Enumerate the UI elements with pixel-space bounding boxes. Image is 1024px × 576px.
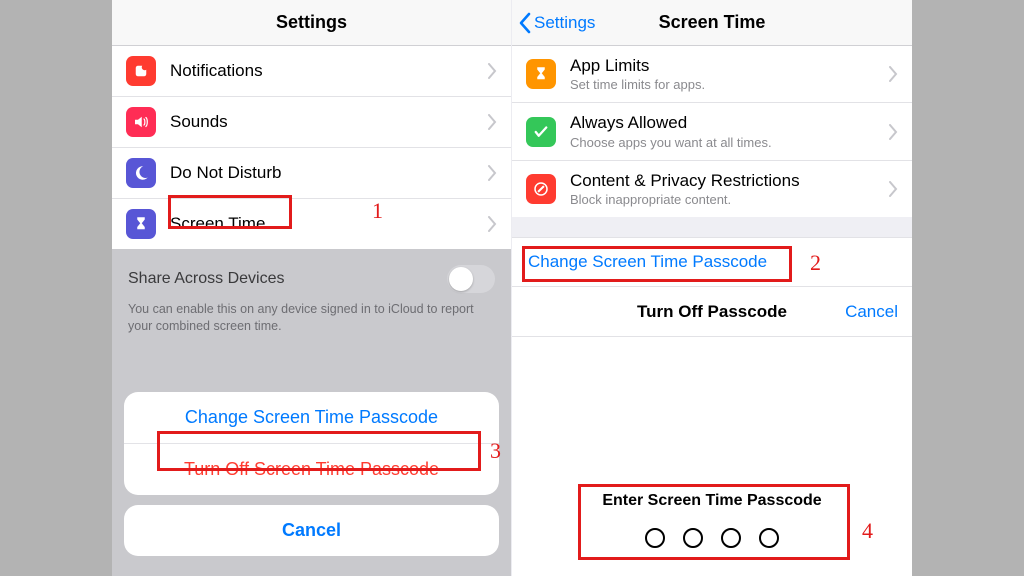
row-label: Sounds	[170, 112, 487, 132]
chevron-right-icon	[888, 181, 898, 197]
hourglass-icon	[126, 209, 156, 239]
sounds-icon	[126, 107, 156, 137]
hourglass-icon	[526, 59, 556, 89]
share-toggle[interactable]	[447, 265, 495, 293]
passcode-dot	[683, 528, 703, 548]
screentime-navbar: Settings Screen Time	[512, 0, 912, 46]
back-button[interactable]: Settings	[518, 0, 595, 45]
row-subtitle: Set time limits for apps.	[570, 77, 888, 92]
change-passcode-link[interactable]: Change Screen Time Passcode	[512, 237, 912, 287]
dimmed-background: Share Across Devices You can enable this…	[112, 249, 511, 576]
back-label: Settings	[534, 13, 595, 33]
row-dnd[interactable]: Do Not Disturb	[112, 148, 511, 199]
passcode-title: Turn Off Passcode	[637, 302, 787, 322]
row-label: Screen Time	[170, 214, 487, 234]
chevron-right-icon	[487, 63, 497, 79]
row-content-restrictions[interactable]: Content & Privacy Restrictions Block ina…	[512, 161, 912, 217]
row-notifications[interactable]: Notifications	[112, 46, 511, 97]
chevron-left-icon	[518, 12, 532, 34]
passcode-dot	[759, 528, 779, 548]
row-always-allowed[interactable]: Always Allowed Choose apps you want at a…	[512, 103, 912, 160]
passcode-dots[interactable]	[645, 528, 779, 548]
sheet-change-passcode[interactable]: Change Screen Time Passcode	[124, 392, 499, 444]
enter-passcode-label: Enter Screen Time Passcode	[602, 492, 821, 510]
chevron-right-icon	[487, 114, 497, 130]
screentime-list: App Limits Set time limits for apps. Alw…	[512, 46, 912, 217]
chevron-right-icon	[487, 216, 497, 232]
dnd-icon	[126, 158, 156, 188]
action-sheet: Change Screen Time Passcode Turn Off Scr…	[124, 392, 499, 566]
check-icon	[526, 117, 556, 147]
passcode-dot	[721, 528, 741, 548]
settings-list: Notifications Sounds Do Not Disturb	[112, 46, 511, 249]
row-title: Always Allowed	[570, 113, 888, 133]
settings-navbar: Settings	[112, 0, 511, 46]
sheet-turnoff-passcode[interactable]: Turn Off Screen Time Passcode	[124, 444, 499, 495]
passcode-dot	[645, 528, 665, 548]
notifications-icon	[126, 56, 156, 86]
passcode-header: Turn Off Passcode Cancel	[512, 287, 912, 337]
share-desc: You can enable this on any device signed…	[126, 301, 497, 335]
cancel-button[interactable]: Cancel	[845, 302, 898, 322]
row-title: Content & Privacy Restrictions	[570, 171, 888, 191]
chevron-right-icon	[888, 66, 898, 82]
row-title: App Limits	[570, 56, 888, 76]
screentime-title: Screen Time	[659, 12, 766, 33]
row-subtitle: Choose apps you want at all times.	[570, 135, 888, 150]
row-label: Notifications	[170, 61, 487, 81]
settings-title: Settings	[276, 12, 347, 33]
row-subtitle: Block inappropriate content.	[570, 192, 888, 207]
passcode-entry-area: Enter Screen Time Passcode	[512, 337, 912, 576]
chevron-right-icon	[888, 124, 898, 140]
sheet-cancel[interactable]: Cancel	[124, 505, 499, 556]
share-title: Share Across Devices	[128, 270, 285, 288]
row-applimits[interactable]: App Limits Set time limits for apps.	[512, 46, 912, 103]
no-entry-icon	[526, 174, 556, 204]
row-label: Do Not Disturb	[170, 163, 487, 183]
row-sounds[interactable]: Sounds	[112, 97, 511, 148]
row-screentime[interactable]: Screen Time	[112, 199, 511, 249]
chevron-right-icon	[487, 165, 497, 181]
